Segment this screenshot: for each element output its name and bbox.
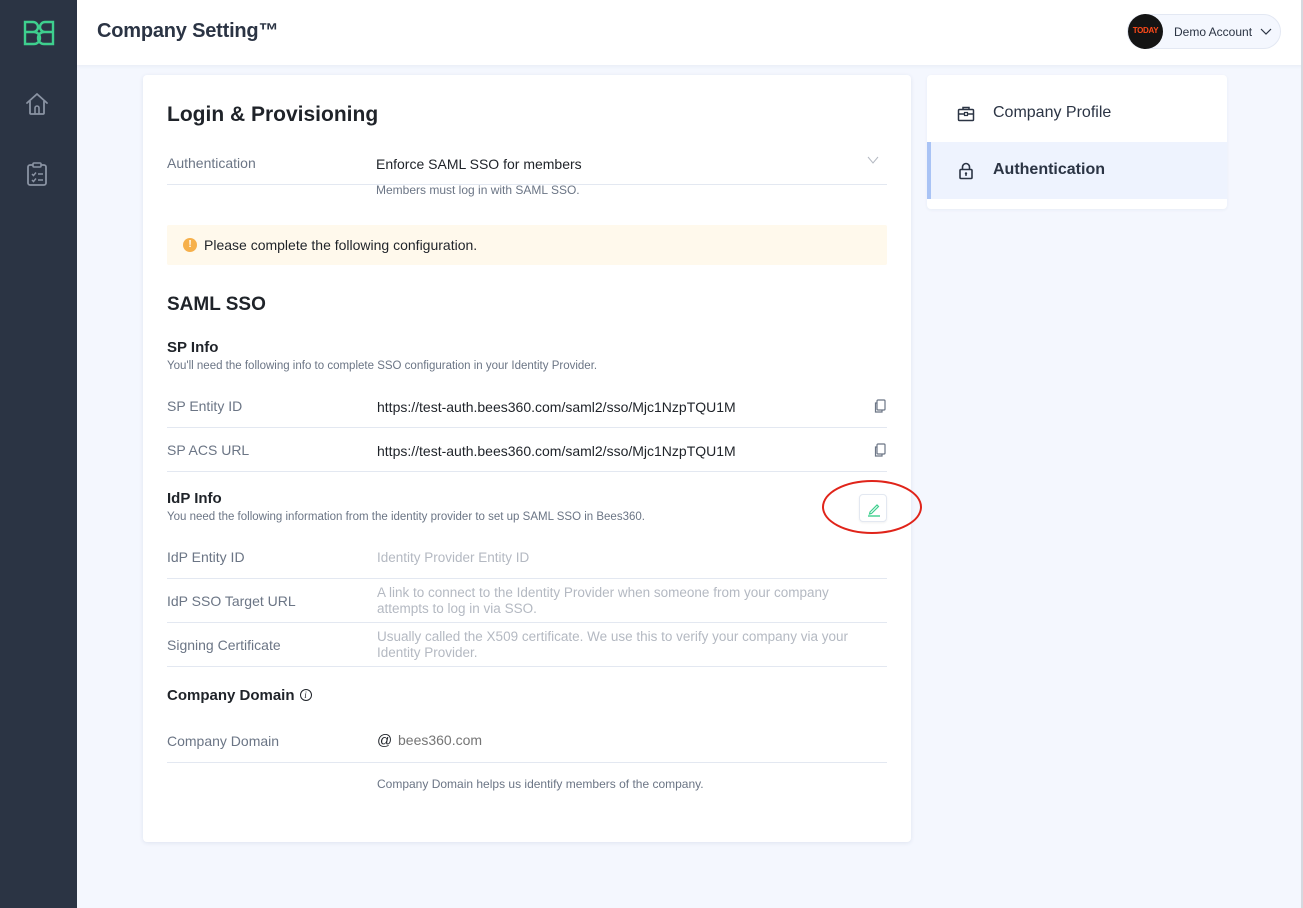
chevron-down-icon bbox=[867, 156, 879, 164]
sp-entity-id-row: SP Entity ID https://test-auth.bees360.c… bbox=[167, 384, 887, 428]
signing-certificate-field[interactable]: Usually called the X509 certificate. We … bbox=[377, 629, 877, 661]
menu-label: Authentication bbox=[993, 161, 1105, 178]
company-domain-label: Company Domain bbox=[167, 733, 280, 749]
company-domain-hint: Company Domain helps us identify members… bbox=[377, 777, 704, 791]
clipboard-checklist-icon[interactable] bbox=[24, 161, 50, 187]
sp-acs-url-row: SP ACS URL https://test-auth.bees360.com… bbox=[167, 428, 887, 472]
avatar: TODAY bbox=[1128, 14, 1163, 49]
briefcase-icon bbox=[957, 106, 975, 122]
idp-info-description: You need the following information from … bbox=[167, 511, 645, 523]
pencil-icon bbox=[868, 504, 880, 517]
sp-info-description: You'll need the following info to comple… bbox=[167, 360, 598, 372]
company-domain-row: Company Domain @ bbox=[167, 732, 887, 763]
info-icon[interactable]: i bbox=[299, 689, 312, 701]
sidebar bbox=[0, 0, 77, 908]
sp-entity-id-value: https://test-auth.bees360.com/saml2/sso/… bbox=[377, 399, 736, 415]
idp-sso-target-url-field[interactable]: A link to connect to the Identity Provid… bbox=[377, 585, 877, 617]
signing-certificate-label: Signing Certificate bbox=[167, 637, 281, 653]
idp-entity-id-field[interactable]: Identity Provider Entity ID bbox=[377, 550, 877, 566]
menu-item-company-profile[interactable]: Company Profile bbox=[927, 85, 1227, 142]
authentication-value: Enforce SAML SSO for members bbox=[376, 156, 582, 172]
copy-icon[interactable] bbox=[873, 443, 887, 457]
logo-icon[interactable] bbox=[22, 20, 56, 48]
company-domain-input[interactable] bbox=[398, 732, 798, 748]
menu-item-authentication[interactable]: Authentication bbox=[927, 142, 1227, 199]
page-title: Company Setting™ bbox=[97, 20, 279, 42]
menu-label: Company Profile bbox=[993, 104, 1112, 121]
account-menu-button[interactable]: TODAY Demo Account bbox=[1127, 14, 1281, 49]
account-name: Demo Account bbox=[1174, 25, 1253, 39]
idp-entity-id-row: IdP Entity ID Identity Provider Entity I… bbox=[167, 535, 887, 579]
company-domain-title-text: Company Domain bbox=[167, 687, 295, 704]
sp-acs-url-value: https://test-auth.bees360.com/saml2/sso/… bbox=[377, 443, 736, 459]
avatar-text: TODAY bbox=[1132, 26, 1159, 35]
saml-sso-title: SAML SSO bbox=[167, 294, 266, 315]
sp-acs-url-label: SP ACS URL bbox=[167, 442, 250, 458]
signing-certificate-row: Signing Certificate Usually called the X… bbox=[167, 623, 887, 667]
idp-info-title: IdP Info bbox=[167, 490, 222, 507]
authentication-select[interactable]: Authentication Enforce SAML SSO for memb… bbox=[167, 151, 887, 185]
top-bar: Company Setting™ TODAY Demo Account bbox=[77, 0, 1303, 65]
copy-icon[interactable] bbox=[873, 399, 887, 413]
lock-icon bbox=[959, 162, 973, 180]
sp-info-title: SP Info bbox=[167, 339, 219, 356]
chevron-down-icon bbox=[1260, 28, 1272, 35]
company-domain-title: Company Domain i bbox=[167, 687, 312, 704]
idp-sso-target-url-row: IdP SSO Target URL A link to connect to … bbox=[167, 579, 887, 623]
authentication-label: Authentication bbox=[167, 155, 256, 171]
edit-idp-info-button[interactable] bbox=[859, 494, 887, 522]
alert-text: Please complete the following configurat… bbox=[204, 237, 478, 253]
login-provisioning-title: Login & Provisioning bbox=[167, 103, 379, 126]
at-sign: @ bbox=[377, 732, 393, 749]
settings-side-menu: Company Profile Authentication bbox=[927, 75, 1227, 209]
warning-icon: ! bbox=[183, 238, 197, 252]
idp-entity-id-label: IdP Entity ID bbox=[167, 549, 245, 565]
sp-entity-id-label: SP Entity ID bbox=[167, 398, 243, 414]
home-icon[interactable] bbox=[24, 91, 50, 117]
idp-sso-target-url-label: IdP SSO Target URL bbox=[167, 593, 296, 609]
warning-alert: ! Please complete the following configur… bbox=[167, 225, 887, 265]
authentication-hint: Members must log in with SAML SSO. bbox=[376, 183, 580, 197]
settings-card: Login & Provisioning Authentication Enfo… bbox=[143, 75, 922, 842]
